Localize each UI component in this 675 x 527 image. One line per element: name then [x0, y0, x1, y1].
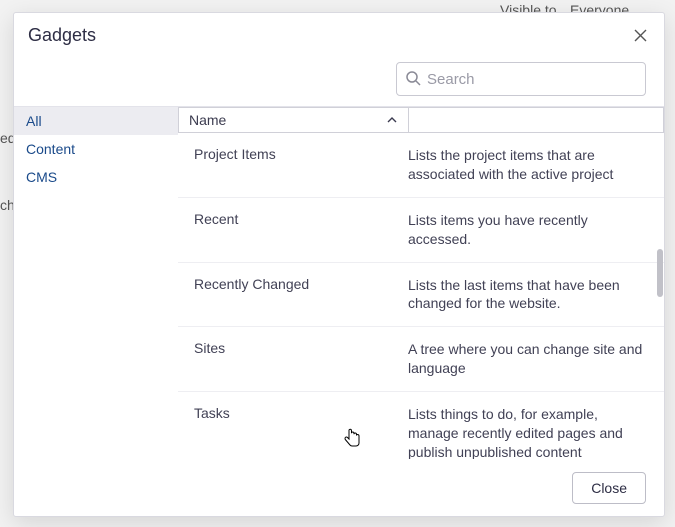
- search-row: [14, 56, 664, 106]
- table-row[interactable]: TasksLists things to do, for example, ma…: [178, 392, 664, 459]
- gadget-description: A tree where you can change site and lan…: [408, 340, 664, 378]
- table-row[interactable]: Project ItemsLists the project items tha…: [178, 133, 664, 198]
- dialog-title: Gadgets: [28, 25, 96, 46]
- dialog-footer: Close: [14, 459, 664, 516]
- search-box[interactable]: [396, 62, 646, 96]
- search-icon: [405, 70, 421, 89]
- close-button[interactable]: Close: [572, 472, 646, 504]
- search-input[interactable]: [425, 70, 637, 89]
- gadget-description: Lists the last items that have been chan…: [408, 276, 664, 314]
- dialog-body: AllContentCMS Name Project ItemsLists th…: [14, 106, 664, 459]
- table-row[interactable]: Recently ChangedLists the last items tha…: [178, 263, 664, 328]
- scrollbar-thumb[interactable]: [657, 249, 663, 297]
- gadgets-dialog: Gadgets AllContentCMS Name: [13, 12, 665, 517]
- table-body: Project ItemsLists the project items tha…: [178, 133, 664, 459]
- gadget-description: Lists items you have recently accessed.: [408, 211, 664, 249]
- gadget-name: Project Items: [178, 146, 408, 162]
- sort-ascending-icon: [386, 114, 398, 126]
- category-sidebar: AllContentCMS: [14, 106, 178, 459]
- column-header-name[interactable]: Name: [179, 108, 409, 132]
- dialog-header: Gadgets: [14, 13, 664, 56]
- table-header-row: Name: [178, 107, 664, 133]
- sidebar-item-content[interactable]: Content: [14, 135, 178, 163]
- column-header-name-label: Name: [189, 112, 226, 128]
- gadget-description: Lists things to do, for example, manage …: [408, 405, 664, 459]
- sidebar-item-all[interactable]: All: [14, 107, 178, 135]
- sidebar-item-cms[interactable]: CMS: [14, 163, 178, 191]
- gadget-table: Name Project ItemsLists the project item…: [178, 106, 664, 459]
- column-header-description[interactable]: [409, 108, 664, 132]
- gadget-name: Recently Changed: [178, 276, 408, 292]
- table-row[interactable]: SitesA tree where you can change site an…: [178, 327, 664, 392]
- gadget-name: Sites: [178, 340, 408, 356]
- gadget-description: Lists the project items that are associa…: [408, 146, 664, 184]
- table-row[interactable]: RecentLists items you have recently acce…: [178, 198, 664, 263]
- close-icon[interactable]: [632, 28, 648, 44]
- gadget-name: Tasks: [178, 405, 408, 421]
- gadget-name: Recent: [178, 211, 408, 227]
